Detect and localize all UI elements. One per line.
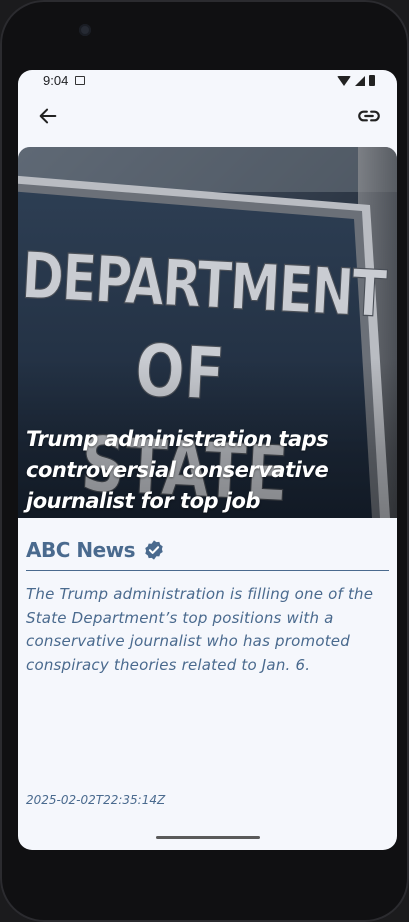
status-time: 9:04	[43, 73, 69, 88]
source-row: ABC News	[26, 534, 165, 566]
source-name[interactable]: ABC News	[26, 538, 136, 562]
link-icon	[358, 110, 380, 122]
note-icon	[75, 76, 85, 85]
battery-icon	[369, 75, 375, 86]
arrow-left-icon	[39, 108, 57, 124]
wifi-icon	[337, 75, 351, 86]
published-timestamp: 2025-02-02T22:35:14Z	[26, 793, 166, 807]
signal-icon	[355, 75, 365, 86]
app-screen: 9:04 DEPARTMENT Trump administration tap…	[18, 70, 397, 850]
app-bar	[18, 98, 397, 134]
article-headline[interactable]: Trump administration taps controversial …	[26, 424, 379, 517]
copy-link-button[interactable]	[353, 100, 385, 132]
article-description: The Trump administration is filling one …	[26, 585, 374, 674]
home-indicator[interactable]	[156, 836, 260, 839]
article-hero-image[interactable]: DEPARTMENT OF STATE Trump administration…	[18, 147, 397, 518]
divider	[26, 570, 389, 571]
status-icons	[337, 75, 375, 86]
back-button[interactable]	[32, 100, 64, 132]
status-bar: 9:04	[18, 70, 397, 92]
phone-frame: 9:04 DEPARTMENT Trump administration tap…	[0, 0, 409, 922]
front-camera	[79, 24, 91, 36]
verified-badge-icon	[143, 539, 165, 561]
